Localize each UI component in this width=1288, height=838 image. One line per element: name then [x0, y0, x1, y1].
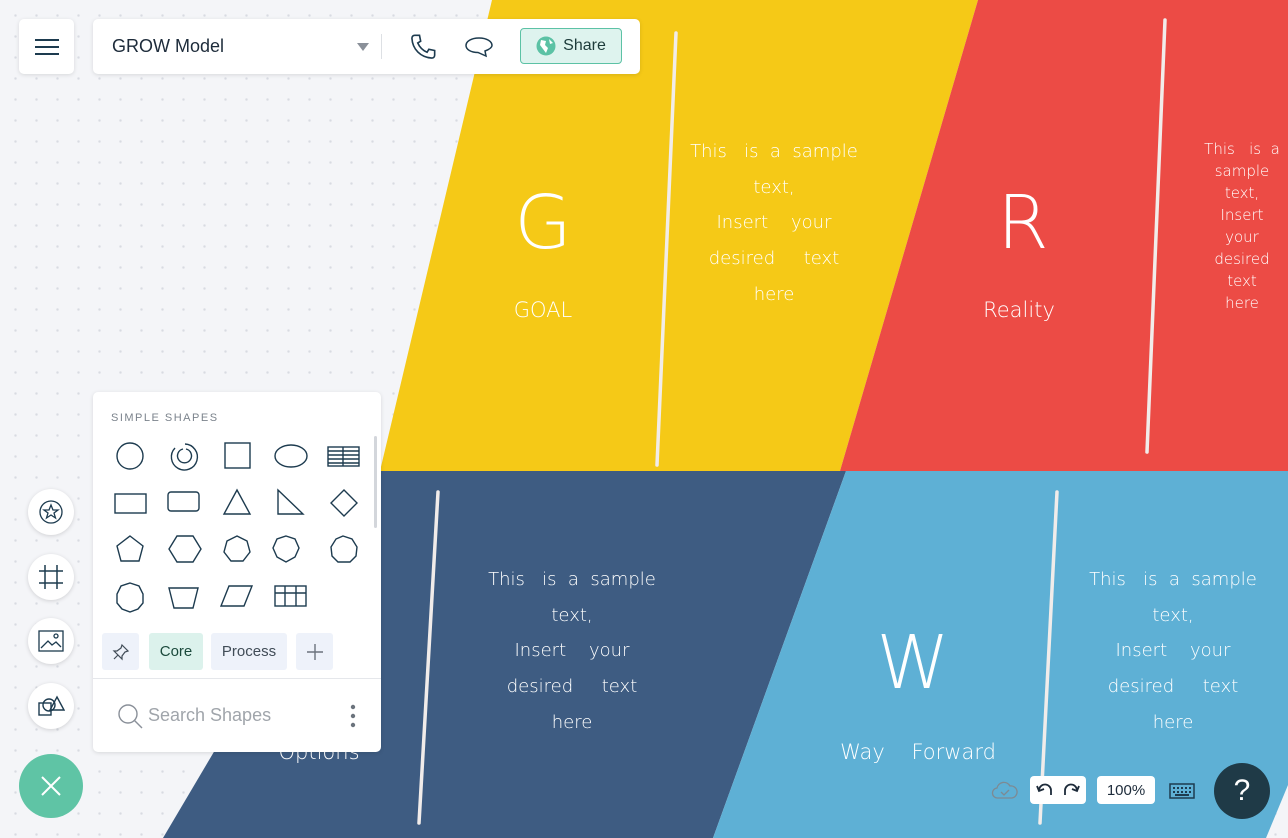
reality-text[interactable]: This is a sample text, Insert your desir…: [1198, 138, 1286, 314]
cloud-saved-icon: [991, 781, 1018, 799]
square-shape: [224, 442, 251, 469]
rounded-rectangle-shape: [167, 491, 200, 512]
document-title[interactable]: GROW Model: [112, 36, 352, 57]
globe-icon: [536, 36, 556, 56]
hamburger-icon: [34, 38, 59, 55]
circle-shape: [116, 442, 144, 470]
pinned-tab[interactable]: [102, 633, 139, 670]
goal-text[interactable]: This is a sample text, Insert your desir…: [664, 134, 884, 313]
ellipse-shape: [274, 444, 308, 468]
trapezoid-shape: [168, 587, 199, 609]
table-shape: [327, 446, 360, 467]
way-forward-label[interactable]: Way Forward: [840, 740, 996, 764]
plus-icon: [306, 643, 323, 660]
goal-label[interactable]: GOAL: [514, 298, 573, 322]
pin-icon: [112, 643, 129, 660]
grid-table-shape: [274, 585, 307, 607]
decagon-shape: [116, 582, 144, 613]
heptagon-shape: [223, 535, 251, 562]
add-library-button[interactable]: [296, 633, 333, 670]
phone-icon[interactable]: [409, 33, 437, 61]
close-icon: [41, 776, 61, 796]
zoom-level[interactable]: 100%: [1097, 776, 1155, 804]
octagon-shape: [272, 535, 300, 563]
donut-shape: [170, 443, 199, 471]
parallelogram-shape: [219, 585, 254, 607]
menu-button[interactable]: [19, 19, 74, 74]
image-icon: [38, 630, 64, 652]
way-forward-text[interactable]: This is a sample text, Insert your desir…: [1063, 562, 1283, 741]
reality-letter[interactable]: R: [997, 180, 1048, 266]
top-bar: GROW Model Share: [93, 19, 640, 74]
shapes-grid[interactable]: [93, 436, 363, 636]
keyboard-icon[interactable]: [1169, 783, 1195, 799]
scrollbar[interactable]: [374, 436, 377, 528]
nonagon-shape: [330, 535, 358, 563]
more-options-icon[interactable]: [350, 704, 356, 728]
triangle-shape: [222, 488, 252, 515]
diamond-shape: [330, 489, 358, 517]
share-label: Share: [563, 37, 606, 54]
shapes-panel: SIMPLE SHAPES Core Process: [93, 392, 381, 752]
shapes-icon: [38, 695, 65, 716]
chevron-down-icon[interactable]: [357, 43, 369, 51]
close-panel-button[interactable]: [19, 754, 83, 818]
search-icon: [118, 704, 143, 729]
divider: [381, 34, 382, 59]
comment-icon[interactable]: [464, 35, 494, 59]
image-button[interactable]: [28, 618, 74, 664]
tab-core[interactable]: Core: [149, 633, 203, 670]
way-forward-letter[interactable]: W: [876, 620, 949, 706]
search-area: [93, 678, 381, 752]
share-button[interactable]: Share: [520, 28, 622, 64]
frame-icon: [39, 565, 63, 589]
rectangle-shape: [114, 493, 147, 514]
panel-title: SIMPLE SHAPES: [111, 412, 219, 424]
undo-redo-group: [1030, 776, 1086, 804]
redo-icon[interactable]: [1062, 782, 1080, 798]
reality-label[interactable]: Reality: [983, 298, 1055, 322]
search-shapes-input[interactable]: [148, 705, 328, 726]
goal-letter[interactable]: G: [514, 180, 571, 266]
star-badge-icon: [39, 500, 63, 524]
help-button[interactable]: ?: [1214, 763, 1270, 819]
frame-button[interactable]: [28, 554, 74, 600]
undo-icon[interactable]: [1036, 782, 1054, 798]
options-text[interactable]: This is a sample text, Insert your desir…: [462, 562, 682, 741]
tab-process[interactable]: Process: [211, 633, 287, 670]
right-triangle-shape: [277, 488, 305, 515]
hexagon-shape: [168, 535, 202, 563]
shapes-button[interactable]: [28, 683, 74, 729]
templates-button[interactable]: [28, 489, 74, 535]
pentagon-shape: [116, 535, 144, 562]
